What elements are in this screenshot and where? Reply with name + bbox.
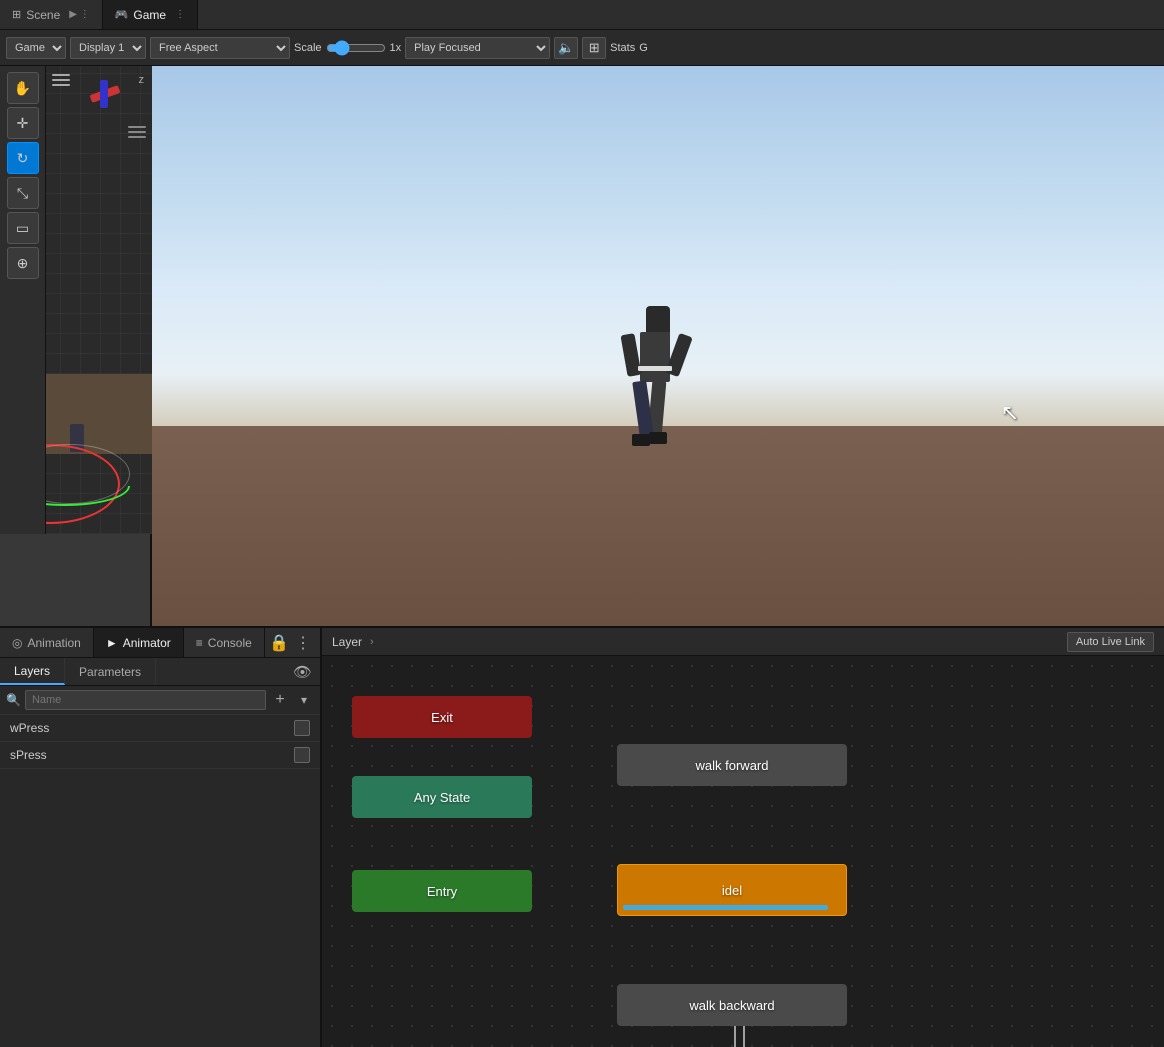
animation-tab-label: Animation bbox=[27, 636, 80, 650]
char-torso bbox=[640, 332, 670, 382]
graph-toolbar: Layer › Auto Live Link bbox=[322, 628, 1164, 656]
game-view[interactable]: ↖ bbox=[152, 66, 1164, 626]
scene-z-label: z bbox=[139, 74, 145, 86]
hand-tool-btn[interactable]: ✋ bbox=[7, 72, 39, 104]
scene-panel: z ✋ ✛ ↻ ⤡ ▭ ⊕ bbox=[0, 66, 152, 626]
layer-checkbox-spress[interactable] bbox=[294, 747, 310, 763]
console-tab-icon: ≡ bbox=[196, 636, 203, 650]
game-tab-icon: 🎮 bbox=[115, 8, 129, 21]
bottom-panel: ◎ Animation ► Animator ≡ Console 🔒 ⋮ Lay… bbox=[0, 626, 1164, 1047]
animator-graph-panel: Layer › Auto Live Link bbox=[322, 628, 1164, 1047]
scene-viewport[interactable]: z ✋ ✛ ↻ ⤡ ▭ ⊕ bbox=[0, 66, 152, 534]
scene-tab-menu[interactable]: ▶ ⋮ bbox=[69, 9, 89, 20]
graph-layer-label: Layer bbox=[332, 635, 362, 649]
grid-btn[interactable]: ⊞ bbox=[582, 37, 606, 59]
sub-tabs: Layers Parameters 👁 bbox=[0, 658, 320, 686]
state-node-entry[interactable]: Entry bbox=[352, 870, 532, 912]
game-character bbox=[628, 306, 688, 466]
sub-tab-right: 👁 bbox=[285, 663, 320, 681]
audio-btn[interactable]: 🔈 bbox=[554, 37, 578, 59]
scene-tab-label: Scene bbox=[26, 8, 60, 22]
bottom-left-panel: ◎ Animation ► Animator ≡ Console 🔒 ⋮ Lay… bbox=[0, 628, 322, 1047]
char-belt bbox=[638, 366, 672, 371]
tab-scene[interactable]: ⊞ Scene ▶ ⋮ bbox=[0, 0, 103, 29]
tab-actions: 🔒 ⋮ bbox=[268, 632, 320, 654]
layers-label: Layers bbox=[14, 664, 50, 678]
scene-toolbar: ✋ ✛ ↻ ⤡ ▭ ⊕ bbox=[0, 66, 46, 534]
bottom-tabs: ◎ Animation ► Animator ≡ Console 🔒 ⋮ bbox=[0, 628, 320, 658]
visibility-btn[interactable]: 👁 bbox=[293, 663, 312, 681]
name-row: 🔍 + ▾ bbox=[0, 686, 320, 715]
char-head bbox=[646, 306, 670, 334]
list-item: sPress bbox=[0, 742, 320, 769]
play-focused-select[interactable]: Play Focused bbox=[405, 37, 550, 59]
console-tab-label: Console bbox=[208, 636, 252, 650]
scene-options[interactable] bbox=[128, 126, 146, 138]
top-tab-bar: ⊞ Scene ▶ ⋮ 🎮 Game ⋮ bbox=[0, 0, 1164, 30]
idel-label: idel bbox=[722, 883, 742, 898]
display-select[interactable]: Display 1 bbox=[70, 37, 146, 59]
main-area: z ✋ ✛ ↻ ⤡ ▭ ⊕ bbox=[0, 66, 1164, 626]
scene-tab-icon: ⊞ bbox=[12, 8, 21, 21]
animation-tab-icon: ◎ bbox=[12, 636, 22, 650]
game-tab-label: Game bbox=[133, 8, 166, 22]
animator-tab-label: Animator bbox=[123, 636, 171, 650]
char-boot-left bbox=[649, 432, 667, 444]
auto-live-link-btn[interactable]: Auto Live Link bbox=[1067, 632, 1154, 652]
state-node-exit[interactable]: Exit bbox=[352, 696, 532, 738]
list-item: wPress bbox=[0, 715, 320, 742]
idel-progress-bar bbox=[623, 905, 828, 910]
char-boot-right bbox=[632, 434, 650, 446]
state-node-walk-forward[interactable]: walk forward bbox=[617, 744, 847, 786]
game-select[interactable]: Game bbox=[6, 37, 66, 59]
layer-options-btn[interactable]: ▾ bbox=[294, 690, 314, 710]
state-node-walk-backward[interactable]: walk backward bbox=[617, 984, 847, 1026]
tab-animation[interactable]: ◎ Animation bbox=[0, 628, 94, 657]
sub-tab-parameters[interactable]: Parameters bbox=[65, 658, 156, 685]
layer-list: wPress sPress bbox=[0, 715, 320, 1047]
search-icon: 🔍 bbox=[6, 693, 21, 707]
state-node-any-state[interactable]: Any State bbox=[352, 776, 532, 818]
scale-slider[interactable] bbox=[326, 40, 386, 56]
state-node-idel[interactable]: idel bbox=[617, 864, 847, 916]
tab-animator[interactable]: ► Animator bbox=[94, 628, 184, 657]
combo-tool-btn[interactable]: ⊕ bbox=[7, 247, 39, 279]
parameters-label: Parameters bbox=[79, 665, 141, 679]
rect-tool-btn[interactable]: ▭ bbox=[7, 212, 39, 244]
move-tool-btn[interactable]: ✛ bbox=[7, 107, 39, 139]
animator-tab-icon: ► bbox=[106, 636, 118, 650]
mouse-cursor: ↖ bbox=[1001, 400, 1019, 426]
scale-control: Scale 1x bbox=[294, 40, 401, 56]
graph-breadcrumb: › bbox=[370, 636, 374, 648]
more-btn[interactable]: ⋮ bbox=[292, 632, 314, 654]
tab-game[interactable]: 🎮 Game ⋮ bbox=[103, 0, 198, 29]
exit-label: Exit bbox=[431, 710, 453, 725]
hamburger-menu[interactable] bbox=[52, 74, 70, 86]
any-state-label: Any State bbox=[414, 790, 470, 805]
walk-backward-label: walk backward bbox=[689, 998, 774, 1013]
graph-canvas[interactable]: Exit Any State Entry walk forward idel w… bbox=[322, 656, 1164, 1047]
add-layer-btn[interactable]: + bbox=[270, 690, 290, 710]
aspect-select[interactable]: Free Aspect bbox=[150, 37, 290, 59]
game-toolbar: Game Display 1 Free Aspect Scale 1x Play… bbox=[0, 30, 1164, 66]
layer-checkbox-wpress[interactable] bbox=[294, 720, 310, 736]
layer-name-spress: sPress bbox=[10, 748, 286, 762]
rotate-tool-btn[interactable]: ↻ bbox=[7, 142, 39, 174]
scale-label: Scale bbox=[294, 42, 322, 54]
layer-name-wpress: wPress bbox=[10, 721, 286, 735]
lock-btn[interactable]: 🔒 bbox=[268, 632, 290, 654]
name-search-input[interactable] bbox=[25, 690, 266, 710]
orient-gizmo bbox=[82, 72, 132, 122]
game-tab-menu[interactable]: ⋮ bbox=[175, 9, 185, 20]
stats-label[interactable]: Stats bbox=[610, 42, 635, 54]
gizmo-label[interactable]: G bbox=[639, 42, 648, 54]
entry-label: Entry bbox=[427, 884, 457, 899]
sub-tab-layers[interactable]: Layers bbox=[0, 658, 65, 685]
scale-tool-btn[interactable]: ⤡ bbox=[7, 177, 39, 209]
char-body bbox=[628, 306, 688, 466]
scale-value: 1x bbox=[390, 42, 402, 54]
walk-forward-label: walk forward bbox=[696, 758, 769, 773]
orient-gizmo-blue bbox=[100, 80, 108, 108]
tab-console[interactable]: ≡ Console bbox=[184, 628, 265, 657]
